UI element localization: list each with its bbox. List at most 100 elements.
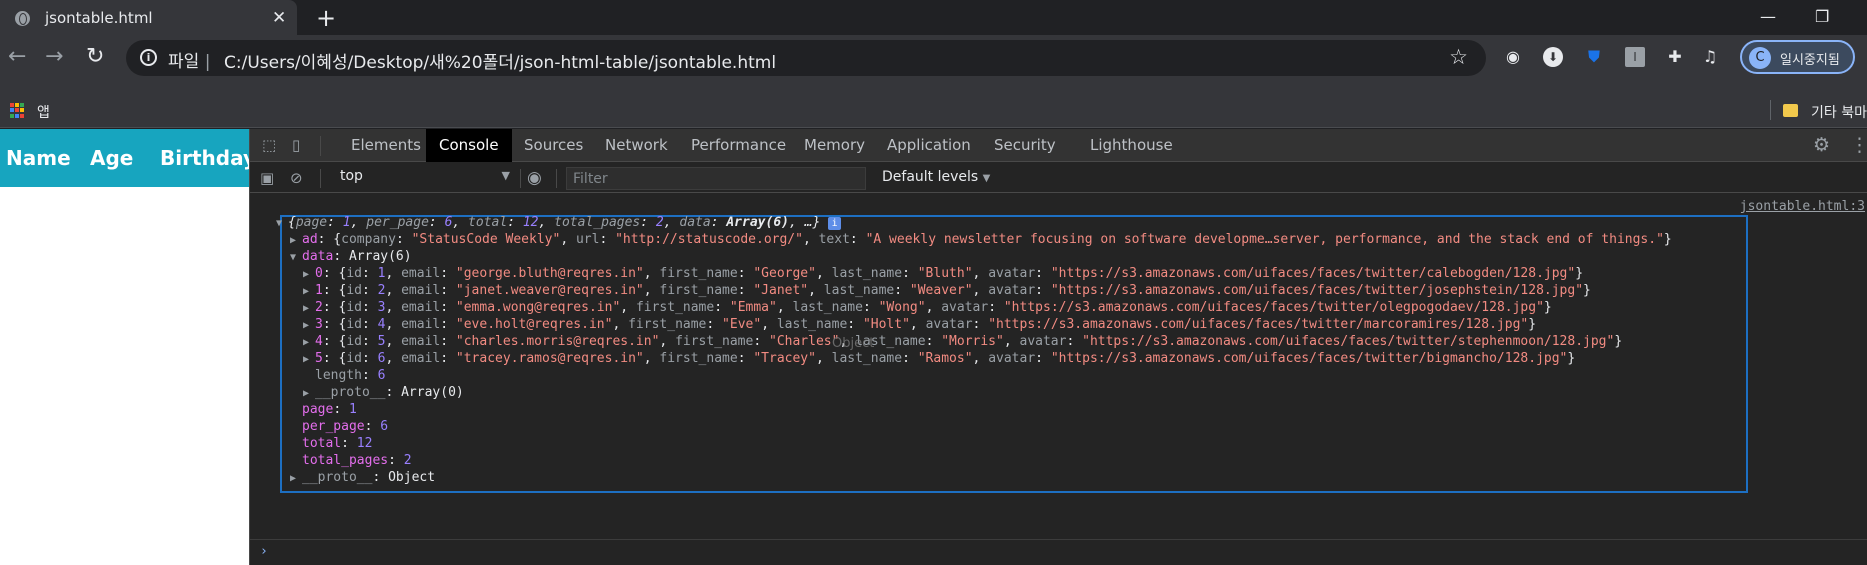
console-toolbar: ▣ ⊘ top ▼ ◉ Filter Default levels ▼ xyxy=(250,163,1867,193)
apps-grid-icon[interactable] xyxy=(10,103,25,118)
property-page: page: 1 xyxy=(302,402,357,417)
address-bar[interactable]: i 파일 | C:/Users/이혜성/Desktop/새%20폴더/json-… xyxy=(126,40,1486,76)
url-text[interactable]: C:/Users/이혜성/Desktop/새%20폴더/json-html-ta… xyxy=(224,48,776,73)
expand-toggle-icon[interactable]: ▼ xyxy=(290,249,302,266)
expand-toggle-icon[interactable]: ▼ xyxy=(276,215,288,232)
data-row[interactable]: ▶ 4: {id: 5, email: "charles.morris@reqre… xyxy=(303,333,1622,350)
data-row[interactable]: ▶ 3: {id: 4, email: "eve.holt@reqres.in",… xyxy=(303,316,1536,333)
property-total-pages: total_pages: 2 xyxy=(302,453,412,468)
restore-icon[interactable]: ❐ xyxy=(1815,7,1829,26)
log-levels-dropdown[interactable]: Default levels ▼ xyxy=(882,169,990,185)
gear-icon[interactable]: ⚙ xyxy=(1813,134,1830,156)
chevron-down-icon: ▼ xyxy=(982,173,991,184)
folder-icon[interactable] xyxy=(1783,104,1798,117)
property-ad[interactable]: ▶ ad: {company: "StatusCode Weekly", url:… xyxy=(290,231,1672,248)
profile-button[interactable]: C 일시중지됨 xyxy=(1740,40,1855,74)
source-link[interactable]: jsontable.html:3 xyxy=(1740,199,1865,214)
tab-performance[interactable]: Performance xyxy=(678,129,799,162)
context-selector[interactable]: top ▼ xyxy=(340,168,510,188)
prompt-chevron-icon: › xyxy=(260,544,268,559)
browser-toolbar: ← → ↻ i 파일 | C:/Users/이혜성/Desktop/새%20폴더… xyxy=(0,35,1867,93)
devtools-tabbar: ⬚ ▯ Elements Console Sources Network Per… xyxy=(250,129,1867,162)
expand-toggle-icon[interactable]: ▶ xyxy=(303,351,315,368)
minimize-icon[interactable]: — xyxy=(1760,7,1776,26)
tab-sources[interactable]: Sources xyxy=(511,129,596,162)
expand-toggle-icon[interactable]: ▶ xyxy=(290,232,302,249)
console-output[interactable]: jsontable.html:3 ▼ {page: 1, per_page: 6,… xyxy=(250,194,1867,565)
profile-status: 일시중지됨 xyxy=(1780,53,1840,68)
media-queue-icon[interactable]: ♫ xyxy=(1700,47,1720,67)
tab-console[interactable]: Console xyxy=(426,129,512,162)
filter-placeholder: Filter xyxy=(573,171,608,187)
more-options-icon[interactable]: ⋮ xyxy=(1850,134,1867,156)
console-prompt[interactable]: › xyxy=(250,539,1867,565)
bookmarks-bar: 앱 기타 북마 xyxy=(0,93,1867,128)
tab-elements[interactable]: Elements xyxy=(338,129,434,162)
expand-toggle-icon[interactable]: ▶ xyxy=(290,470,302,487)
property-data-proto[interactable]: ▶ __proto__: Array(0) xyxy=(303,384,464,401)
data-row[interactable]: ▶ 2: {id: 3, email: "emma.wong@reqres.in"… xyxy=(303,299,1552,316)
expand-toggle-icon[interactable]: ▶ xyxy=(303,283,315,300)
divider xyxy=(320,136,321,156)
extension-owl-icon[interactable]: ◉ xyxy=(1503,47,1523,67)
filter-input[interactable]: Filter xyxy=(566,167,866,190)
expand-toggle-icon[interactable]: ▶ xyxy=(303,266,315,283)
globe-icon xyxy=(15,11,30,26)
devtools-panel: ⬚ ▯ Elements Console Sources Network Per… xyxy=(249,129,1867,565)
sidebar-toggle-icon[interactable]: ▣ xyxy=(260,169,274,187)
property-per-page: per_page: 6 xyxy=(302,419,389,434)
expand-toggle-icon[interactable]: ▶ xyxy=(303,334,315,351)
divider xyxy=(320,169,321,188)
info-badge-icon[interactable]: i xyxy=(828,217,842,230)
tab-application[interactable]: Application xyxy=(874,129,984,162)
property-total: total: 12 xyxy=(302,436,373,451)
header-age: Age xyxy=(90,146,134,170)
puzzle-icon[interactable]: ✚ xyxy=(1665,47,1685,67)
divider xyxy=(1770,100,1771,120)
tab-title: jsontable.html xyxy=(45,9,153,27)
chevron-down-icon: ▼ xyxy=(501,169,510,182)
bookmark-apps[interactable]: 앱 xyxy=(37,102,50,122)
hover-tooltip: Object xyxy=(832,336,875,351)
eye-icon[interactable]: ◉ xyxy=(527,168,542,188)
download-icon[interactable]: ⬇ xyxy=(1543,47,1563,67)
header-name: Name xyxy=(6,146,71,170)
back-icon[interactable]: ← xyxy=(8,44,26,69)
levels-label: Default levels xyxy=(882,169,979,185)
extension-i-icon[interactable]: I xyxy=(1625,47,1645,67)
clear-console-icon[interactable]: ⊘ xyxy=(290,169,303,187)
forward-icon[interactable]: → xyxy=(45,44,63,69)
browser-tab[interactable]: jsontable.html ✕ xyxy=(0,0,297,35)
property-proto[interactable]: ▶ __proto__: Object xyxy=(290,469,435,486)
tab-network[interactable]: Network xyxy=(592,129,681,162)
property-data[interactable]: ▼ data: Array(6) xyxy=(290,248,412,265)
data-row[interactable]: ▶ 0: {id: 1, email: "george.bluth@reqres.… xyxy=(303,265,1583,282)
bookmark-other[interactable]: 기타 북마 xyxy=(1811,102,1867,122)
star-icon[interactable]: ☆ xyxy=(1449,45,1468,69)
expand-toggle-icon[interactable]: ▶ xyxy=(303,300,315,317)
tab-security[interactable]: Security xyxy=(981,129,1069,162)
expand-toggle-icon[interactable]: ▶ xyxy=(303,385,315,402)
divider xyxy=(520,169,521,188)
avatar: C xyxy=(1749,47,1771,69)
expand-toggle-icon[interactable]: ▶ xyxy=(303,317,315,334)
divider xyxy=(556,169,557,188)
property-length: length: 6 xyxy=(315,368,386,383)
scheme-label: 파일 | xyxy=(168,52,211,72)
title-bar: jsontable.html ✕ + — ❐ xyxy=(0,0,1867,35)
tab-lighthouse[interactable]: Lighthouse xyxy=(1077,129,1186,162)
table-header: Name Age Birthday xyxy=(0,129,256,187)
close-tab-icon[interactable]: ✕ xyxy=(272,8,286,28)
info-icon[interactable]: i xyxy=(140,49,157,66)
data-row[interactable]: ▶ 5: {id: 6, email: "tracey.ramos@reqres.… xyxy=(303,350,1575,367)
new-tab-icon[interactable]: + xyxy=(316,4,336,32)
device-toolbar-icon[interactable]: ▯ xyxy=(292,136,310,154)
header-birthday: Birthday xyxy=(160,146,256,170)
data-row[interactable]: ▶ 1: {id: 2, email: "janet.weaver@reqres.… xyxy=(303,282,1591,299)
tab-memory[interactable]: Memory xyxy=(791,129,878,162)
inspect-element-icon[interactable]: ⬚ xyxy=(262,136,280,154)
reload-icon[interactable]: ↻ xyxy=(86,44,104,69)
page-viewport: Name Age Birthday xyxy=(0,129,256,565)
shield-icon[interactable]: ⛊ xyxy=(1584,47,1604,67)
object-summary[interactable]: ▼ {page: 1, per_page: 6, total: 12, total… xyxy=(276,214,842,232)
